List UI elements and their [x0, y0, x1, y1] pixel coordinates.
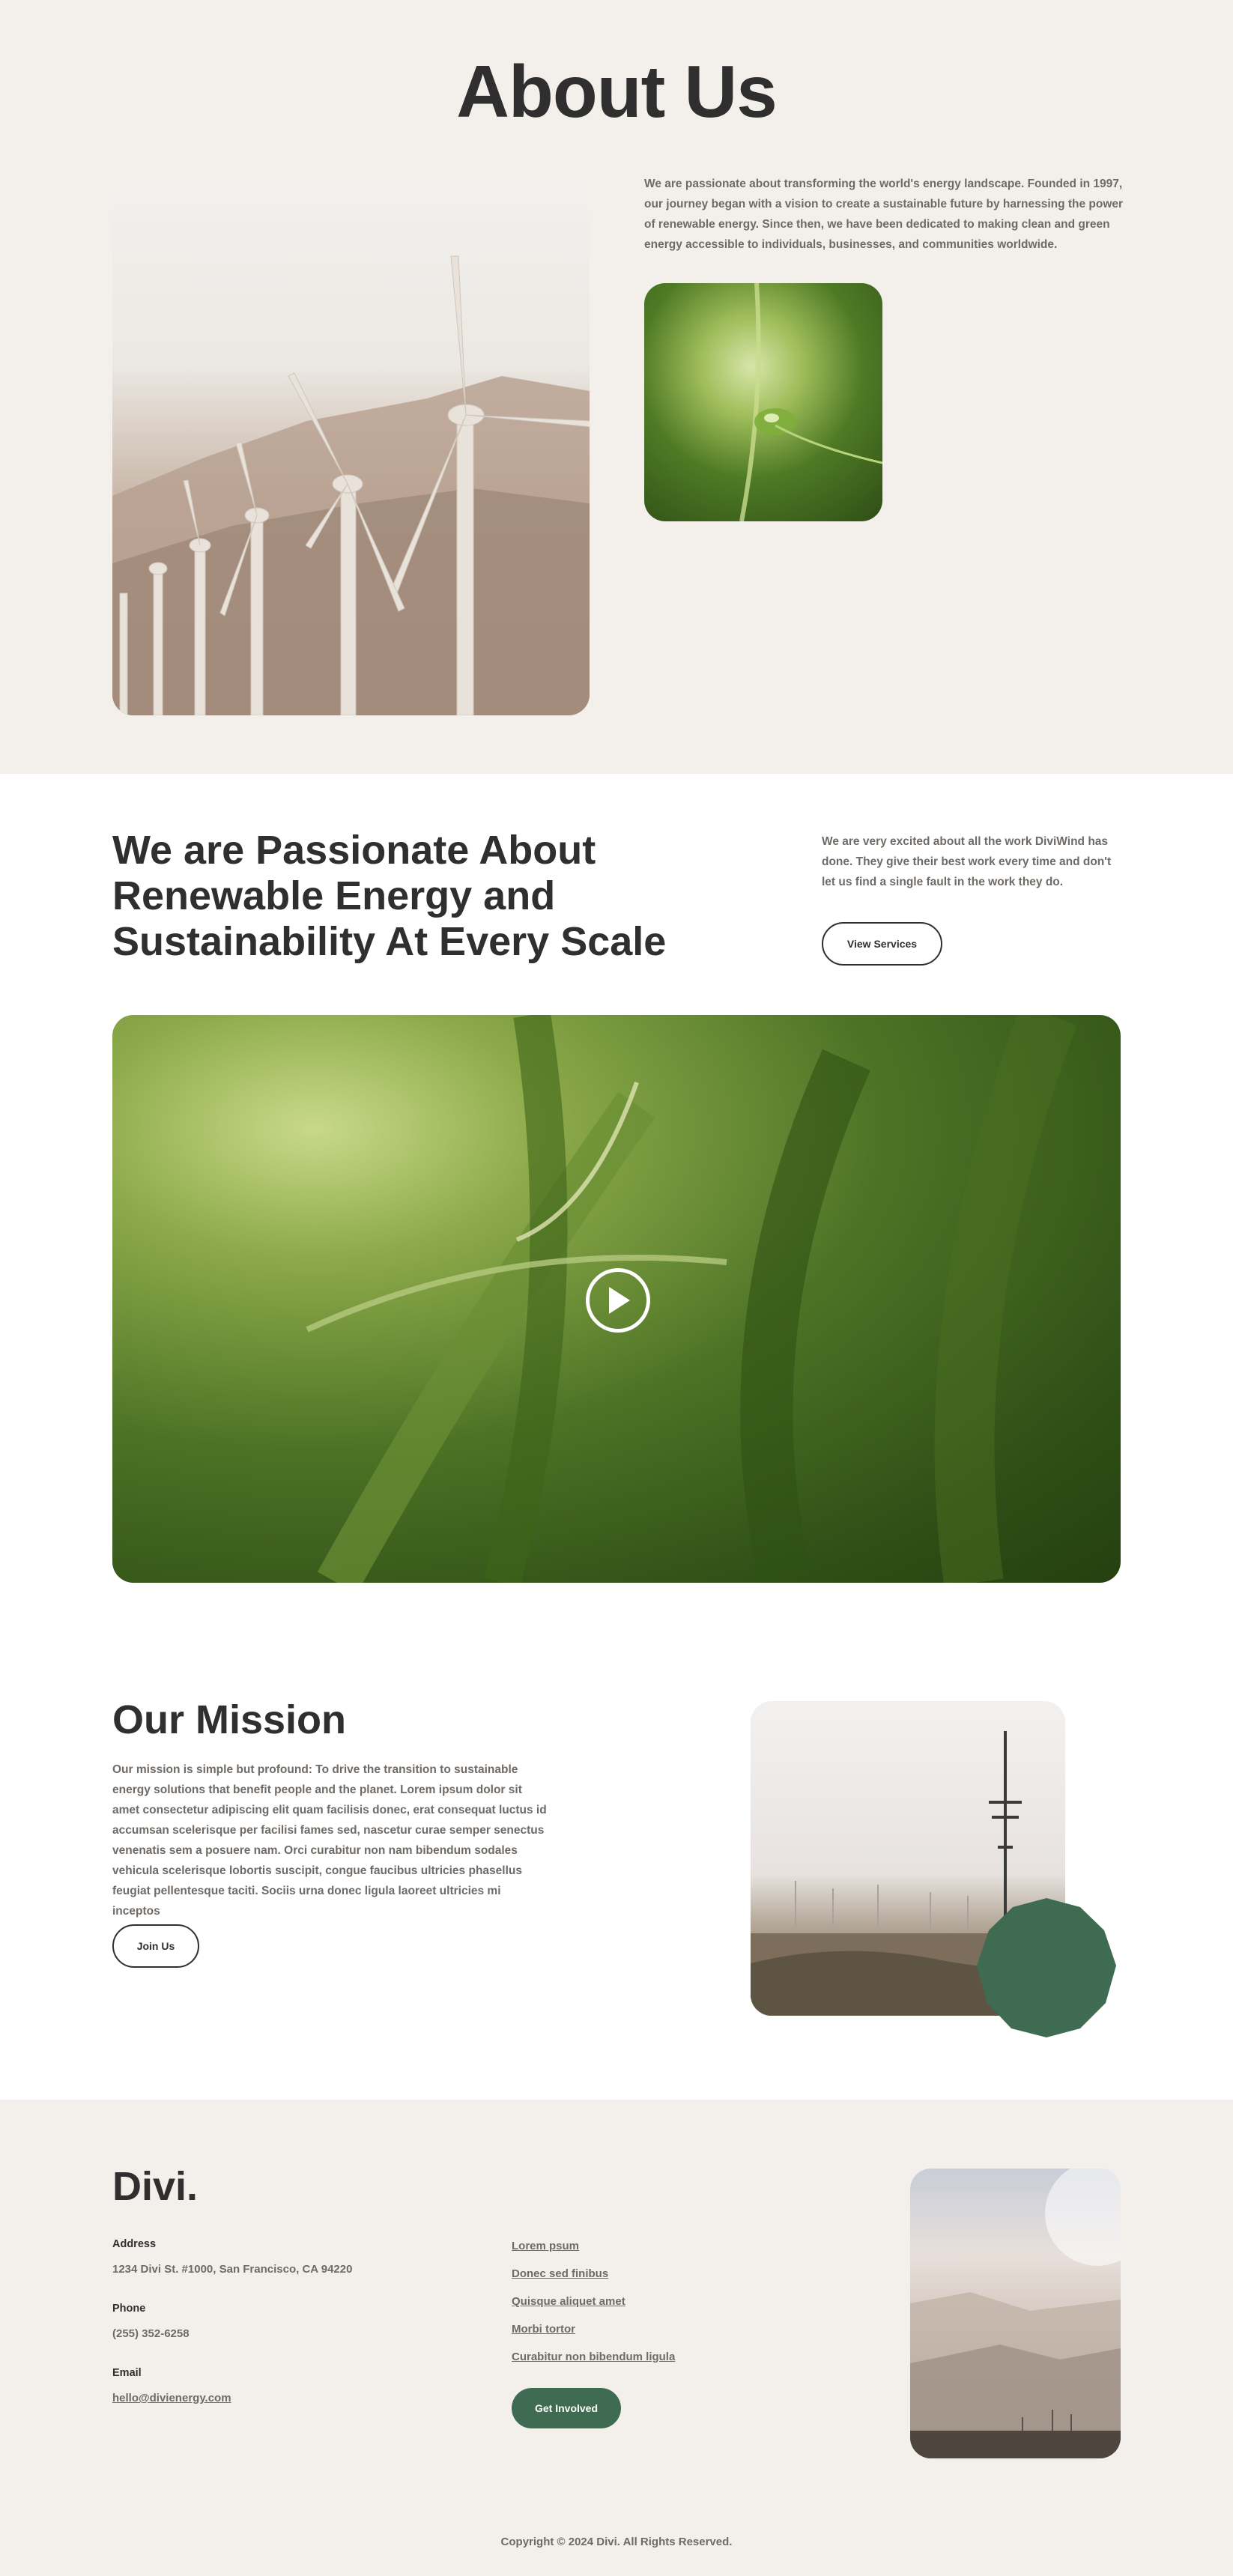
sunset-hills-image	[910, 2169, 1121, 2458]
copyright-text: Copyright © 2024 Divi. All Rights Reserv…	[500, 2536, 733, 2548]
passion-paragraph: We are very excited about all the work D…	[822, 835, 1112, 888]
footer-link-5[interactable]: Curabitur non bibendum ligula	[512, 2351, 675, 2363]
about-paragraph: We are passionate about transforming the…	[644, 178, 1124, 251]
phone-label: Phone	[112, 2303, 146, 2315]
footer-link-4[interactable]: Morbi tortor	[512, 2323, 575, 2336]
address-label: Address	[112, 2238, 157, 2250]
decorative-blob	[977, 1898, 1116, 2037]
mission-paragraph: Our mission is simple but profound: To d…	[112, 1763, 547, 1918]
view-services-button[interactable]: View Services	[822, 922, 942, 966]
mission-heading: Our Mission	[112, 1697, 347, 1742]
leaf-droplet-image	[644, 283, 882, 521]
footer-link-1[interactable]: Lorem psum	[512, 2240, 579, 2252]
email-label: Email	[112, 2367, 142, 2379]
join-us-button[interactable]: Join Us	[112, 1924, 199, 1968]
footer-link-3[interactable]: Quisque aliquet amet	[512, 2295, 625, 2308]
about-heading: About Us	[456, 50, 778, 133]
footer-link-2[interactable]: Donec sed finibus	[512, 2267, 608, 2280]
play-icon	[609, 1287, 630, 1314]
email-link[interactable]: hello@divienergy.com	[112, 2392, 231, 2404]
wind-turbines-image	[112, 174, 590, 715]
play-button[interactable]	[586, 1268, 650, 1333]
address-value: 1234 Divi St. #1000, San Francisco, CA 9…	[112, 2263, 353, 2276]
divi-logo[interactable]: Divi.	[112, 2161, 198, 2212]
phone-value: (255) 352-6258	[112, 2327, 190, 2340]
passion-heading: We are Passionate About Renewable Energy…	[112, 828, 667, 964]
get-involved-button[interactable]: Get Involved	[512, 2388, 621, 2428]
